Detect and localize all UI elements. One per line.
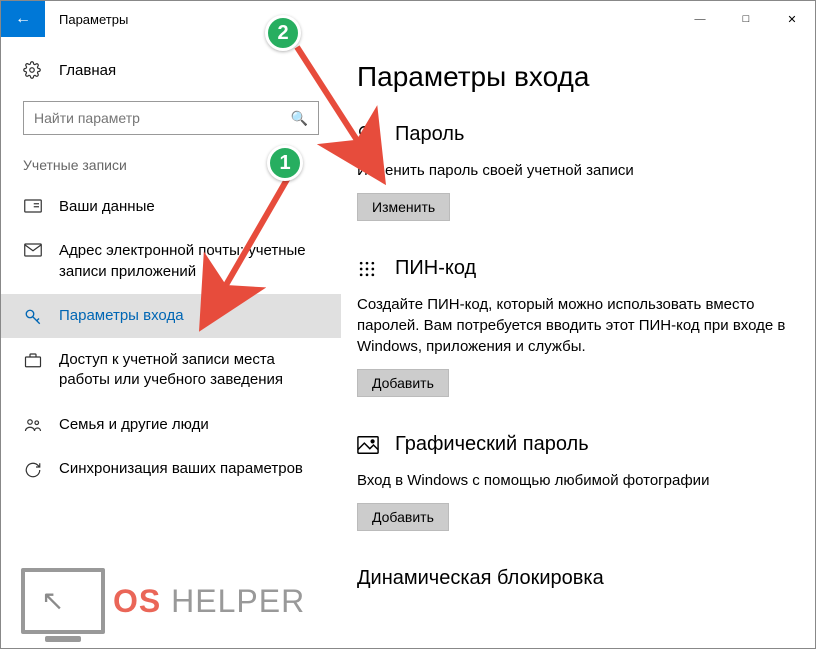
section-heading: Графический пароль: [395, 433, 589, 456]
section-description: Создайте ПИН-код, который можно использо…: [357, 294, 795, 357]
section-description: Изменить пароль своей учетной записи: [357, 160, 795, 181]
sidebar-item-work-access[interactable]: Доступ к учетной записи места работы или…: [1, 338, 341, 403]
section-description: Вход в Windows с помощью любимой фотогра…: [357, 470, 795, 491]
sidebar-item-your-info[interactable]: Ваши данные: [1, 185, 341, 229]
section-picture-password: Графический пароль Вход в Windows с помо…: [357, 433, 795, 531]
watermark-text: OS HELPER: [113, 583, 305, 620]
home-label: Главная: [59, 62, 116, 79]
content-pane: Параметры входа Пароль Изменить пароль с…: [341, 37, 815, 648]
section-heading: Динамическая блокировка: [357, 567, 604, 590]
sidebar-item-email-accounts[interactable]: Адрес электронной почты; учетные записи …: [1, 229, 341, 294]
window-title: Параметры: [59, 12, 128, 27]
picture-icon: [357, 435, 383, 455]
id-card-icon: [23, 199, 43, 213]
sidebar-item-label: Синхронизация ваших параметров: [59, 459, 303, 479]
key-icon: [23, 308, 43, 326]
monitor-icon: ↖: [21, 568, 105, 634]
sidebar-item-label: Ваши данные: [59, 197, 155, 217]
add-pin-button[interactable]: Добавить: [357, 369, 449, 397]
close-button[interactable]: ✕: [769, 1, 815, 37]
maximize-button[interactable]: □: [723, 1, 769, 37]
search-input[interactable]: [34, 110, 291, 126]
back-button[interactable]: ←: [1, 1, 45, 37]
sidebar-section-label: Учетные записи: [1, 157, 341, 185]
section-heading: Пароль: [395, 123, 464, 146]
search-icon: 🔍: [291, 110, 308, 127]
sidebar-item-label: Доступ к учетной записи места работы или…: [59, 350, 319, 391]
minimize-button[interactable]: —: [677, 1, 723, 37]
pin-pad-icon: [357, 259, 383, 279]
change-password-button[interactable]: Изменить: [357, 193, 450, 221]
sidebar-item-label: Параметры входа: [59, 306, 184, 326]
watermark: ↖ OS HELPER: [21, 568, 305, 634]
section-pin: ПИН-код Создайте ПИН-код, который можно …: [357, 257, 795, 397]
search-box[interactable]: 🔍: [23, 101, 319, 135]
add-picture-password-button[interactable]: Добавить: [357, 503, 449, 531]
titlebar: ← Параметры — □ ✕: [1, 1, 815, 37]
sidebar-item-label: Семья и другие люди: [59, 415, 209, 435]
sidebar-item-label: Адрес электронной почты; учетные записи …: [59, 241, 319, 282]
cursor-icon: ↖: [41, 584, 64, 617]
sidebar: Главная 🔍 Учетные записи Ваши данные Адр…: [1, 37, 341, 648]
sidebar-item-signin-options[interactable]: Параметры входа: [1, 294, 341, 338]
home-nav[interactable]: Главная: [1, 55, 341, 85]
gear-icon: [23, 61, 43, 79]
arrow-left-icon: ←: [15, 10, 31, 28]
key-icon: [357, 124, 383, 146]
page-title: Параметры входа: [357, 61, 795, 93]
sidebar-item-family[interactable]: Семья и другие люди: [1, 403, 341, 447]
sidebar-item-sync[interactable]: Синхронизация ваших параметров: [1, 447, 341, 491]
briefcase-icon: [23, 352, 43, 368]
mail-icon: [23, 243, 43, 257]
window-controls: — □ ✕: [677, 1, 815, 37]
sync-icon: [23, 461, 43, 479]
section-dynamic-lock: Динамическая блокировка: [357, 567, 795, 590]
section-password: Пароль Изменить пароль своей учетной зап…: [357, 123, 795, 221]
people-icon: [23, 417, 43, 433]
settings-window: ← Параметры — □ ✕ Главная 🔍 Учетные запи…: [0, 0, 816, 649]
section-heading: ПИН-код: [395, 257, 476, 280]
